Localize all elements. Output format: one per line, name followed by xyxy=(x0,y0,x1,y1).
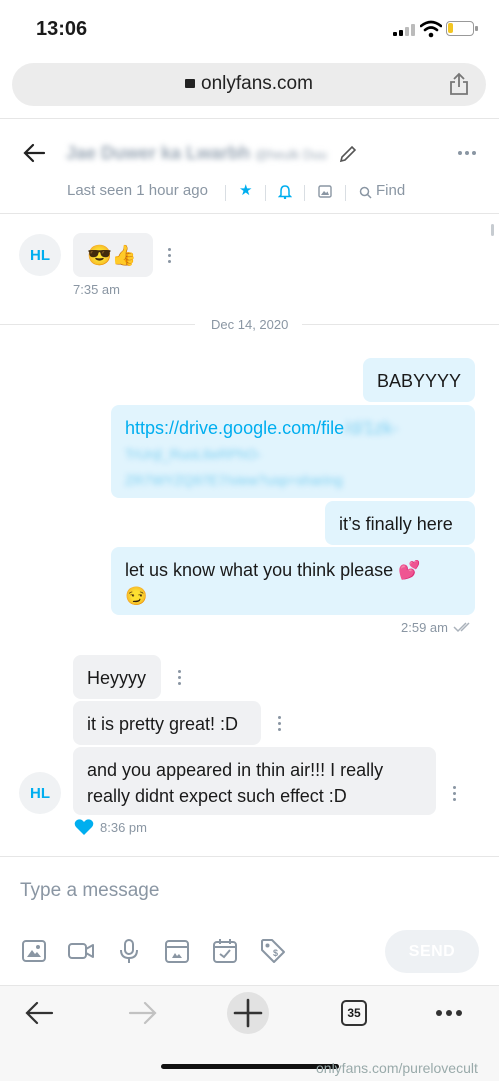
watermark: onlyfans.com/purelovecult xyxy=(316,1060,478,1076)
cellular-signal-icon xyxy=(393,24,417,36)
svg-text:$: $ xyxy=(273,948,278,958)
message-bubble[interactable]: 😎👍 xyxy=(73,233,153,277)
message-time: 7:35 am xyxy=(73,282,120,297)
share-icon[interactable] xyxy=(449,72,469,96)
message-composer: $ SEND xyxy=(0,856,499,987)
url-text: onlyfans.com xyxy=(201,73,313,94)
home-indicator[interactable] xyxy=(161,1064,339,1069)
plus-icon xyxy=(233,998,263,1028)
send-button[interactable]: SEND xyxy=(385,930,479,973)
browser-forward-icon[interactable] xyxy=(128,1001,158,1025)
double-check-icon xyxy=(453,622,470,633)
message-time: 8:36 pm xyxy=(100,820,147,835)
message-bubble-outgoing[interactable]: BABYYYY xyxy=(363,358,475,402)
status-bar: 13:06 xyxy=(0,0,499,60)
chat-meta-row: Last seen 1 hour ago ★ Find xyxy=(67,182,487,204)
chat-header: Jae Duwer ka Lwarbh @heulk Duu Last seen… xyxy=(0,118,499,214)
message-bubble-outgoing[interactable]: it’s finally here xyxy=(325,501,475,545)
last-seen-text: Last seen 1 hour ago xyxy=(67,182,208,199)
new-tab-button[interactable] xyxy=(227,992,269,1034)
price-tag-icon[interactable]: $ xyxy=(259,937,287,965)
avatar[interactable]: HL xyxy=(19,772,61,814)
divider xyxy=(302,324,499,325)
star-icon[interactable]: ★ xyxy=(239,181,252,199)
address-bar[interactable]: onlyfans.com xyxy=(12,63,486,106)
browser-back-icon[interactable] xyxy=(24,1001,54,1025)
divider xyxy=(0,324,195,325)
message-options-icon[interactable] xyxy=(453,786,457,804)
heart-icon[interactable] xyxy=(74,818,94,836)
message-options-icon[interactable] xyxy=(178,670,182,688)
video-icon[interactable] xyxy=(67,937,95,965)
message-bubble-link[interactable]: https://drive.google.com/file/d/1zk- TrU… xyxy=(111,405,475,498)
date-divider: Dec 14, 2020 xyxy=(211,317,289,332)
wifi-icon xyxy=(420,20,442,38)
message-bubble[interactable]: Heyyyy xyxy=(73,655,161,699)
find-button[interactable]: Find xyxy=(376,182,405,199)
contact-name[interactable]: Jae Duwer ka Lwarbh @heulk Duu xyxy=(66,143,327,164)
vault-icon[interactable] xyxy=(163,937,191,965)
media-gallery-icon[interactable] xyxy=(318,185,332,198)
message-options-icon[interactable] xyxy=(278,716,282,734)
search-icon[interactable] xyxy=(359,186,372,199)
tab-count-button[interactable]: 35 xyxy=(341,1000,367,1026)
message-time: 2:59 am xyxy=(401,620,448,635)
image-upload-icon[interactable] xyxy=(20,937,48,965)
battery-icon xyxy=(446,21,478,36)
message-options-icon[interactable] xyxy=(168,248,172,266)
bell-icon[interactable] xyxy=(278,184,292,199)
schedule-calendar-icon[interactable] xyxy=(211,937,239,965)
more-options-icon[interactable] xyxy=(458,151,476,155)
message-bubble-outgoing[interactable]: let us know what you think please 💕 😏 xyxy=(111,547,475,615)
lock-icon xyxy=(185,79,196,88)
status-time: 13:06 xyxy=(36,18,88,40)
back-arrow-icon[interactable] xyxy=(22,143,46,163)
message-bubble[interactable]: and you appeared in thin air!!! I really… xyxy=(73,747,436,815)
avatar[interactable]: HL xyxy=(19,234,61,276)
microphone-icon[interactable] xyxy=(115,937,143,965)
scrollbar[interactable] xyxy=(491,224,494,236)
edit-pencil-icon[interactable] xyxy=(338,144,358,164)
message-bubble[interactable]: it is pretty great! :D xyxy=(73,701,261,745)
browser-menu-icon[interactable] xyxy=(436,1010,462,1016)
drive-link[interactable]: https://drive.google.com/file xyxy=(125,418,344,438)
message-input[interactable] xyxy=(20,879,460,903)
